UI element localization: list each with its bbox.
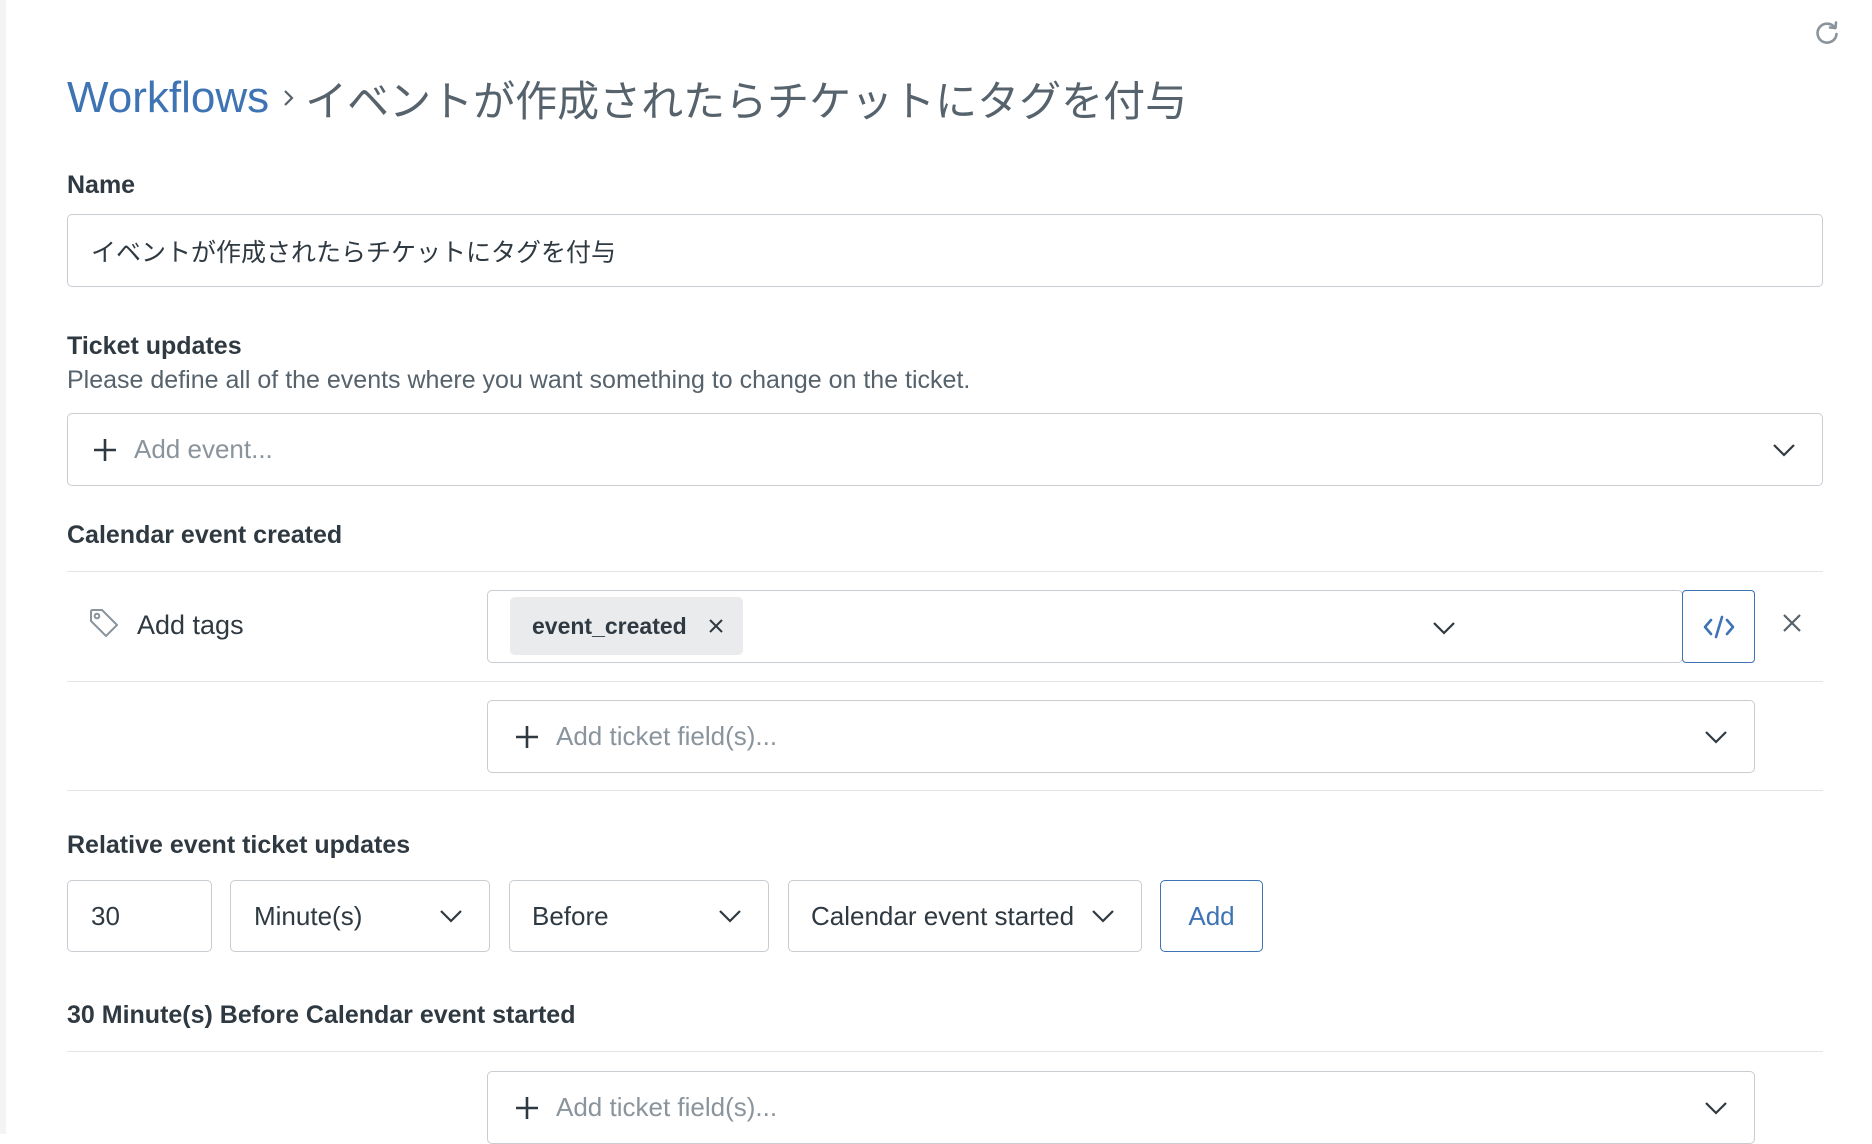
direction-select[interactable]: Before [509, 880, 769, 952]
chevron-right-icon [283, 88, 295, 108]
unit-value: Minute(s) [254, 900, 363, 931]
relative-updates-label: Relative event ticket updates [67, 831, 411, 859]
code-button[interactable] [1682, 590, 1755, 663]
name-input[interactable]: イベントが作成されたらチケットにタグを付与 [67, 214, 1823, 287]
tag-icon [90, 609, 118, 637]
name-input-value: イベントが作成されたらチケットにタグを付与 [91, 238, 617, 267]
amount-value: 30 [91, 900, 120, 931]
divider [67, 681, 1823, 682]
unit-select[interactable]: Minute(s) [230, 880, 490, 952]
amount-input[interactable]: 30 [67, 880, 212, 952]
plus-icon [516, 1096, 538, 1119]
event-value: Calendar event started [811, 900, 1075, 931]
close-icon[interactable] [708, 618, 724, 634]
chevron-down-icon[interactable] [1432, 621, 1456, 635]
chevron-down-icon [1773, 443, 1795, 457]
page-title: イベントが作成されたらチケットにタグを付与 [305, 77, 1188, 125]
plus-icon [94, 438, 116, 461]
code-icon [1703, 615, 1734, 638]
direction-value: Before [532, 900, 609, 931]
plus-icon [516, 725, 538, 748]
add-event-dropdown[interactable]: Add event... [67, 413, 1823, 486]
chevron-down-icon [719, 910, 741, 923]
add-ticket-field-placeholder: Add ticket field(s)... [556, 721, 778, 751]
event-select[interactable]: Calendar event started [788, 880, 1142, 952]
breadcrumb-workflows-link[interactable]: Workflows [67, 73, 269, 123]
tag-chip: event_created [510, 597, 743, 655]
relative-add-ticket-field-placeholder: Add ticket field(s)... [556, 1092, 778, 1122]
add-tags-label: Add tags [137, 610, 244, 640]
chevron-down-icon [440, 910, 462, 923]
divider [67, 1051, 1823, 1052]
left-edge [0, 0, 6, 1134]
chevron-down-icon [1705, 1101, 1727, 1115]
add-ticket-field-dropdown[interactable]: Add ticket field(s)... [487, 700, 1755, 773]
divider [67, 790, 1823, 791]
calendar-event-created-label: Calendar event created [67, 521, 343, 549]
add-event-placeholder: Add event... [134, 434, 273, 464]
divider [67, 571, 1823, 572]
tag-chip-label: event_created [532, 612, 687, 639]
remove-action-close-icon[interactable] [1781, 612, 1803, 634]
chevron-down-icon [1705, 730, 1727, 744]
ticket-updates-label: Ticket updates [67, 332, 242, 360]
relative-group-label: 30 Minute(s) Before Calendar event start… [67, 1001, 576, 1029]
chevron-down-icon [1092, 910, 1114, 923]
refresh-icon[interactable] [1813, 19, 1841, 47]
name-label: Name [67, 171, 136, 199]
relative-add-ticket-field-dropdown[interactable]: Add ticket field(s)... [487, 1071, 1755, 1144]
add-button[interactable]: Add [1160, 880, 1263, 952]
ticket-updates-hint: Please define all of the events where yo… [67, 366, 971, 394]
breadcrumb: Workflows イベントが作成されたらチケットにタグを付与 [67, 70, 1187, 126]
